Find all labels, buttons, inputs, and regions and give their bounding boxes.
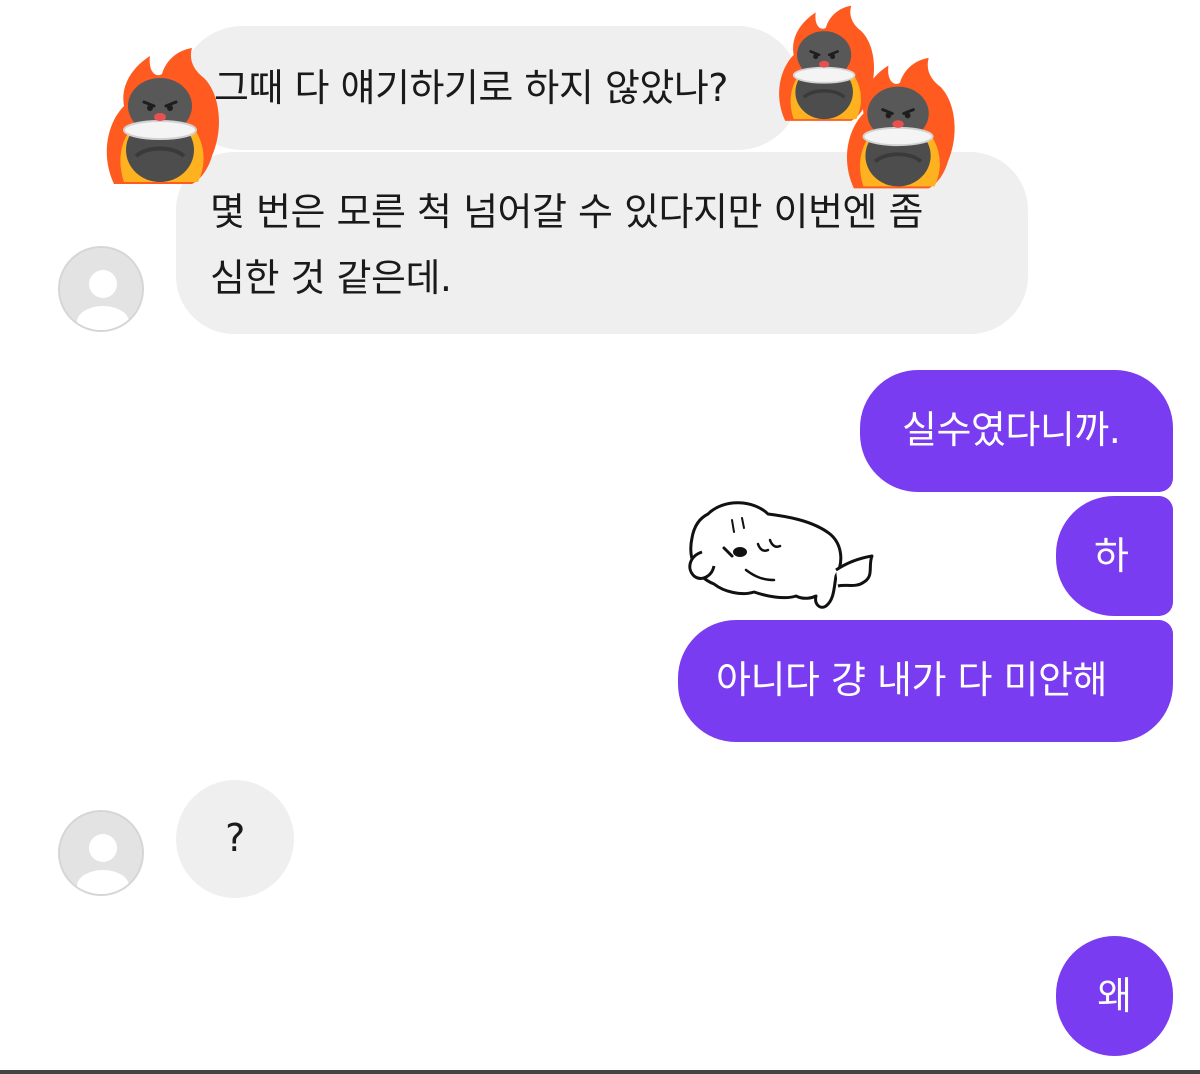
chat-thread: 그때 다 얘기하기로 하지 않았나? 몇 번은 모른 척 넘어갈 수 있다지만 … (0, 0, 1200, 1074)
outgoing-message-bubble[interactable]: 하 (1056, 496, 1173, 616)
sender-avatar[interactable] (58, 246, 144, 332)
incoming-message-bubble[interactable]: ? (176, 780, 294, 898)
message-text: 왜 (1097, 974, 1132, 1018)
incoming-message-bubble[interactable]: 그때 다 얘기하기로 하지 않았나? (180, 26, 800, 150)
message-text: 그때 다 얘기하기로 하지 않았나? (214, 66, 728, 110)
message-text: 실수였다니까. (902, 408, 1121, 452)
bottom-divider (0, 1070, 1200, 1074)
message-text: 하 (1094, 534, 1129, 578)
default-profile-icon (77, 834, 129, 894)
angry-crow-fire-sticker (106, 48, 219, 184)
outgoing-message-bubble[interactable]: 아니다 걍 내가 다 미안해 (678, 620, 1173, 742)
angry-crow-fire-sticker (846, 57, 955, 189)
message-text-line: 심한 것 같은데. (210, 256, 452, 300)
default-profile-icon (77, 270, 129, 330)
message-text: 아니다 걍 내가 다 미안해 (716, 658, 1107, 702)
message-text: ? (225, 816, 245, 860)
outgoing-message-bubble[interactable]: 왜 (1056, 936, 1173, 1056)
sender-avatar[interactable] (58, 810, 144, 896)
tired-dog-lying-sticker (688, 501, 874, 609)
outgoing-message-bubble[interactable]: 실수였다니까. (860, 370, 1173, 492)
